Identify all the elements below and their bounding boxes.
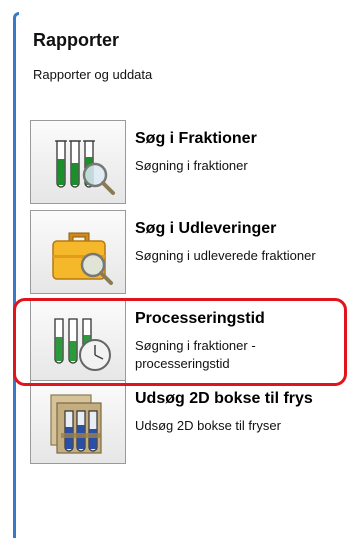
- report-item-processing-time[interactable]: Processeringstid Søgning i fraktioner - …: [30, 300, 350, 388]
- report-item-search-fractions[interactable]: Søg i Fraktioner Søgning i fraktioner: [30, 120, 350, 208]
- report-item-2d-boxes[interactable]: Udsøg 2D bokse til frys Udsøg 2D bokse t…: [30, 380, 350, 468]
- report-item-title[interactable]: Udsøg 2D bokse til frys: [135, 390, 313, 408]
- report-item-title[interactable]: Søg i Fraktioner: [135, 130, 257, 148]
- reports-panel: Rapporter Rapporter og uddata Søg i Frak…: [0, 0, 359, 538]
- tubes-clock-icon[interactable]: [30, 300, 126, 384]
- briefcase-magnifier-icon[interactable]: [30, 210, 126, 294]
- report-item-search-deliveries[interactable]: Søg i Udleveringer Søgning i udleverede …: [30, 210, 350, 298]
- report-item-title[interactable]: Processeringstid: [135, 310, 265, 328]
- tube-rack-icon[interactable]: [30, 380, 126, 464]
- panel-subtitle: Rapporter og uddata: [33, 67, 153, 82]
- tubes-magnifier-icon[interactable]: [30, 120, 126, 204]
- report-item-description: Udsøg 2D bokse til fryser: [135, 418, 281, 433]
- panel-left-border: [13, 22, 16, 538]
- report-item-description: Søgning i fraktioner - processeringstid: [135, 338, 256, 371]
- report-item-description: Søgning i fraktioner: [135, 158, 248, 173]
- report-item-title[interactable]: Søg i Udleveringer: [135, 220, 276, 238]
- panel-title: Rapporter: [33, 30, 120, 50]
- report-item-description: Søgning i udleverede fraktioner: [135, 248, 316, 263]
